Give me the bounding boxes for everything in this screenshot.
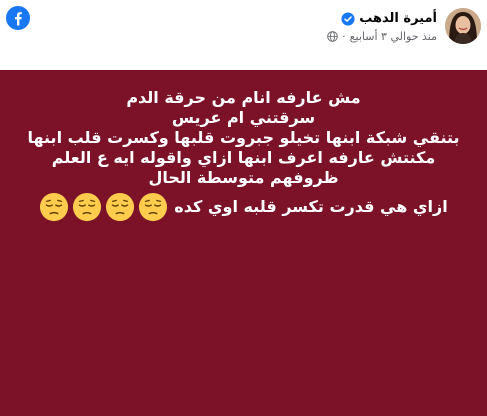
post-line-6-text: ازاي هي قدرت تكسر قلبه اوي كده [174, 197, 448, 216]
pensive-face-icon [40, 192, 69, 222]
verified-badge-icon [341, 11, 355, 26]
post-meta: منذ حوالي ٣ أسابيع · [327, 30, 437, 43]
globe-icon [327, 31, 338, 42]
author-avatar[interactable] [445, 8, 481, 44]
post-line-6: ازاي هي قدرت تكسر قلبه اوي كده [0, 192, 487, 222]
post-line-2: سرقتني ام عريس [171, 108, 316, 127]
post-text: مش عارفه انام من حرقة الدم سرقتني ام عري… [0, 88, 487, 222]
facebook-post: أميرة الدهب منذ حوالي ٣ أسابيع · مش عارف… [0, 0, 487, 416]
pensive-face-icon [106, 192, 135, 222]
pensive-face-icon [139, 192, 168, 222]
author-name[interactable]: أميرة الدهب [359, 11, 437, 26]
post-line-4: مكنتش عارفه اعرف ابنها ازاي واقوله ايه ع… [51, 148, 436, 167]
avatar-photo-icon [445, 8, 481, 44]
post-line-3: بتنقي شبكة ابنها تخيلو جبروت قلبها وكسرت… [27, 128, 460, 147]
post-header: أميرة الدهب منذ حوالي ٣ أسابيع · [0, 0, 487, 70]
meta-dot: · [342, 30, 346, 43]
facebook-logo-icon[interactable] [6, 6, 30, 30]
emoji-group [39, 192, 168, 222]
post-line-5: ظروفهم متوسطة الحال [148, 168, 339, 187]
post-timestamp[interactable]: منذ حوالي ٣ أسابيع [350, 30, 437, 43]
pensive-face-icon [73, 192, 102, 222]
author-name-row: أميرة الدهب [341, 11, 437, 26]
post-line-1: مش عارفه انام من حرقة الدم [126, 88, 361, 107]
